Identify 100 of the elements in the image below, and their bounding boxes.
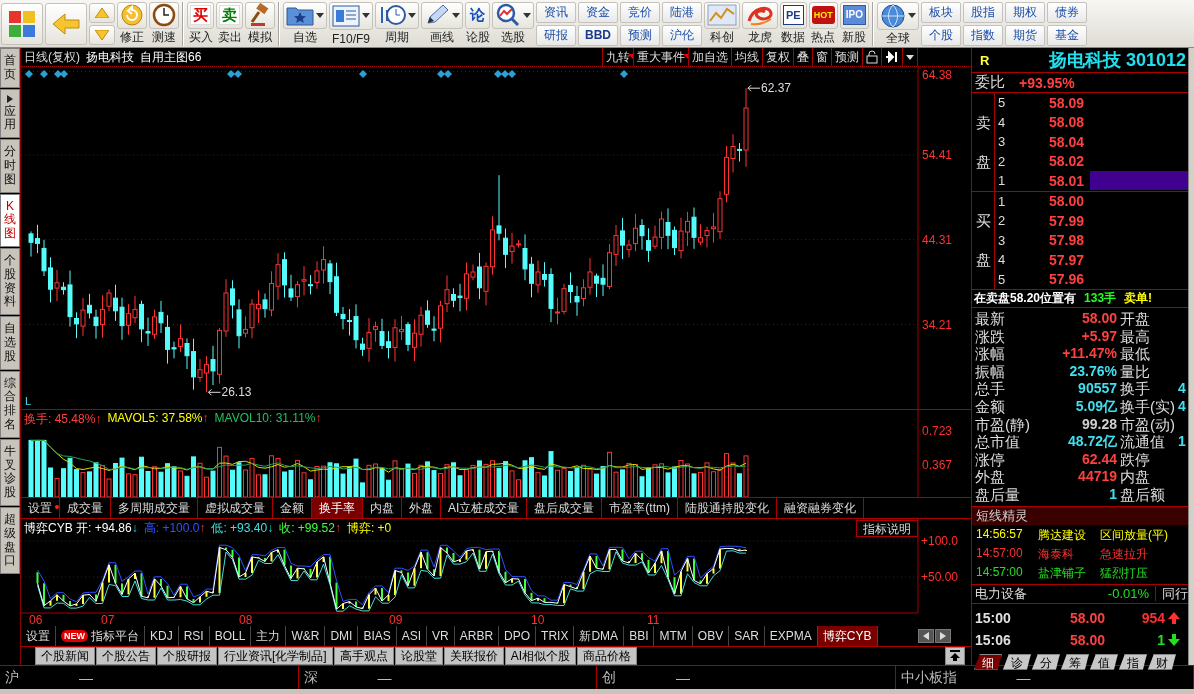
dropdown-button[interactable] bbox=[903, 48, 918, 66]
toolbar-button[interactable]: 债券 bbox=[1046, 1, 1087, 23]
axis-label: +50.00 bbox=[921, 570, 959, 584]
toolbar-button[interactable]: 期货 bbox=[1004, 24, 1045, 46]
news-tab[interactable]: 论股堂 bbox=[394, 647, 443, 665]
side-tab[interactable]: 个股资料 bbox=[0, 247, 20, 316]
toolbar-button[interactable]: 沪伦 bbox=[662, 24, 702, 46]
panel-tab[interactable]: 指 bbox=[1119, 653, 1147, 670]
side-tab[interactable]: 分时图 bbox=[0, 139, 20, 193]
period-label: 日线(复权) bbox=[24, 48, 80, 66]
pencil-icon bbox=[424, 3, 450, 27]
section-title: 短线精灵 bbox=[976, 506, 1028, 525]
panel-tab[interactable]: 财 bbox=[1148, 653, 1176, 670]
news-tab[interactable]: 个股新闻 bbox=[35, 647, 95, 665]
toolbar-button[interactable]: 研报 bbox=[536, 24, 576, 46]
order-rank: 3 bbox=[997, 134, 1007, 150]
field-label: 最高 bbox=[1120, 327, 1152, 346]
chart-toolbar-button[interactable]: 预测 bbox=[832, 48, 863, 66]
axis-label: 54.41 bbox=[922, 148, 953, 162]
side-tab[interactable]: 应用 bbox=[0, 88, 20, 139]
toolbar-button[interactable]: 基金 bbox=[1046, 24, 1087, 46]
chart-toolbar-button[interactable]: 加自选 bbox=[689, 48, 732, 66]
field-label: 换手(实) bbox=[1120, 397, 1176, 416]
news-tab[interactable]: AI相似个股 bbox=[504, 647, 576, 665]
chart-toolbar-button[interactable]: 九转 bbox=[603, 48, 634, 66]
scrollbar[interactable] bbox=[1188, 48, 1194, 665]
indicator-value: 高: +100.0↑ bbox=[143, 520, 206, 537]
month-label: 06 bbox=[29, 613, 43, 626]
toolbar-button[interactable]: 陆港 bbox=[662, 1, 702, 23]
chart-toolbar-button[interactable]: 复权 bbox=[763, 48, 794, 66]
side-tab[interactable]: 自选股 bbox=[0, 316, 20, 370]
indicator-tab[interactable]: 换手率 bbox=[312, 498, 363, 518]
indicator-value: MAVOL10: 31.11%↑ bbox=[214, 411, 322, 427]
toolbar-button[interactable]: 指数 bbox=[962, 24, 1003, 46]
field-label: 开盘 bbox=[1120, 310, 1152, 328]
chart-toolbar-button[interactable]: 叠 bbox=[794, 48, 813, 66]
chart-toolbar-button[interactable]: 均线 bbox=[732, 48, 763, 66]
field-value: +11.47% bbox=[1061, 345, 1118, 363]
logo-button[interactable] bbox=[1, 2, 43, 45]
toolbar-button[interactable]: 竞价 bbox=[620, 1, 660, 23]
field-value: 1 bbox=[1108, 485, 1118, 504]
flag-letter: R bbox=[980, 52, 990, 68]
side-tab[interactable]: 牛叉诊股 bbox=[0, 438, 20, 506]
panel-tab[interactable]: 细 bbox=[974, 653, 1002, 670]
indicator-value: MAVOL5: 37.58%↑ bbox=[107, 411, 209, 427]
toolbar-button[interactable]: 期权 bbox=[1004, 1, 1045, 23]
alert-time: 14:56:57 bbox=[976, 526, 1024, 543]
news-tab[interactable]: 关联报价 bbox=[443, 647, 504, 665]
side-tab[interactable]: K线图 bbox=[0, 193, 20, 247]
side-tab[interactable]: 超级盘口 bbox=[0, 506, 20, 575]
market-value: — bbox=[377, 669, 392, 686]
triangle-right-icon bbox=[940, 632, 946, 640]
toolbar-button[interactable]: 资讯 bbox=[536, 1, 576, 23]
toolbar-button[interactable]: 资金 bbox=[578, 1, 618, 23]
order-price: 58.04 bbox=[1047, 133, 1084, 150]
news-tab[interactable]: 个股公告 bbox=[96, 647, 156, 665]
order-price: 58.09 bbox=[1047, 94, 1084, 111]
panel-tab[interactable]: 筹 bbox=[1061, 653, 1089, 670]
tick-volume: 954 bbox=[1140, 609, 1167, 626]
toolbar-button[interactable]: 股指 bbox=[962, 1, 1003, 23]
panel-tab[interactable]: 诊 bbox=[1003, 653, 1031, 670]
order-price: 58.08 bbox=[1047, 114, 1084, 131]
news-tab[interactable]: 商品价格 bbox=[577, 647, 637, 665]
indicator-value: 收: +99.52↑ bbox=[279, 520, 341, 537]
industry-name: 电力设备 bbox=[975, 584, 1027, 603]
news-tab[interactable]: 高手观点 bbox=[333, 647, 394, 665]
month-label: 11 bbox=[647, 613, 660, 626]
news-tab[interactable]: 行业资讯[化学制品] bbox=[218, 647, 333, 665]
alert-time: 14:57:00 bbox=[976, 545, 1024, 562]
order-rank: 5 bbox=[997, 271, 1007, 287]
explain-button[interactable]: 指标说明 bbox=[856, 520, 918, 537]
tick-time: 15:06 bbox=[975, 631, 1012, 648]
diamond-marker-icon bbox=[40, 70, 48, 78]
panel-tab[interactable]: 值 bbox=[1090, 653, 1118, 670]
month-label: 08 bbox=[239, 613, 253, 626]
panel-tab[interactable]: 分 bbox=[1032, 653, 1060, 670]
notice-text: 133手 bbox=[1084, 290, 1117, 307]
lock-button[interactable] bbox=[863, 48, 882, 66]
indicator-value: 低: +93.40↓ bbox=[211, 520, 274, 537]
indicator-tab[interactable]: 博弈CYB bbox=[817, 626, 878, 646]
chart-toolbar-button[interactable]: 重大事件 bbox=[634, 48, 689, 66]
clock-icon bbox=[152, 3, 176, 27]
toolbar-button[interactable]: 预测 bbox=[620, 24, 660, 46]
news-tab[interactable]: 个股研报 bbox=[157, 647, 217, 665]
side-tab[interactable]: 首页 bbox=[0, 48, 20, 88]
toolbar-button[interactable]: 个股 bbox=[920, 24, 961, 46]
scroll-right-button[interactable] bbox=[935, 629, 951, 643]
document-icon bbox=[332, 4, 360, 27]
collapse-up-button[interactable] bbox=[945, 647, 965, 665]
axis-label: 44.31 bbox=[922, 232, 953, 247]
toolbar-button[interactable]: BBD bbox=[578, 24, 618, 46]
arrow-to-bar-icon bbox=[885, 51, 899, 63]
field-label: 总市值 bbox=[975, 433, 1021, 451]
field-label: 金额 bbox=[975, 397, 1006, 416]
scroll-left-button[interactable] bbox=[918, 629, 934, 643]
side-tab[interactable]: 综合排名 bbox=[0, 370, 20, 438]
arrow-up-icon bbox=[95, 7, 109, 18]
toolbar-button[interactable]: 板块 bbox=[920, 1, 961, 23]
chart-picture-icon bbox=[707, 3, 737, 27]
notice-text: 在卖盘58.20位置有 bbox=[974, 290, 1077, 307]
